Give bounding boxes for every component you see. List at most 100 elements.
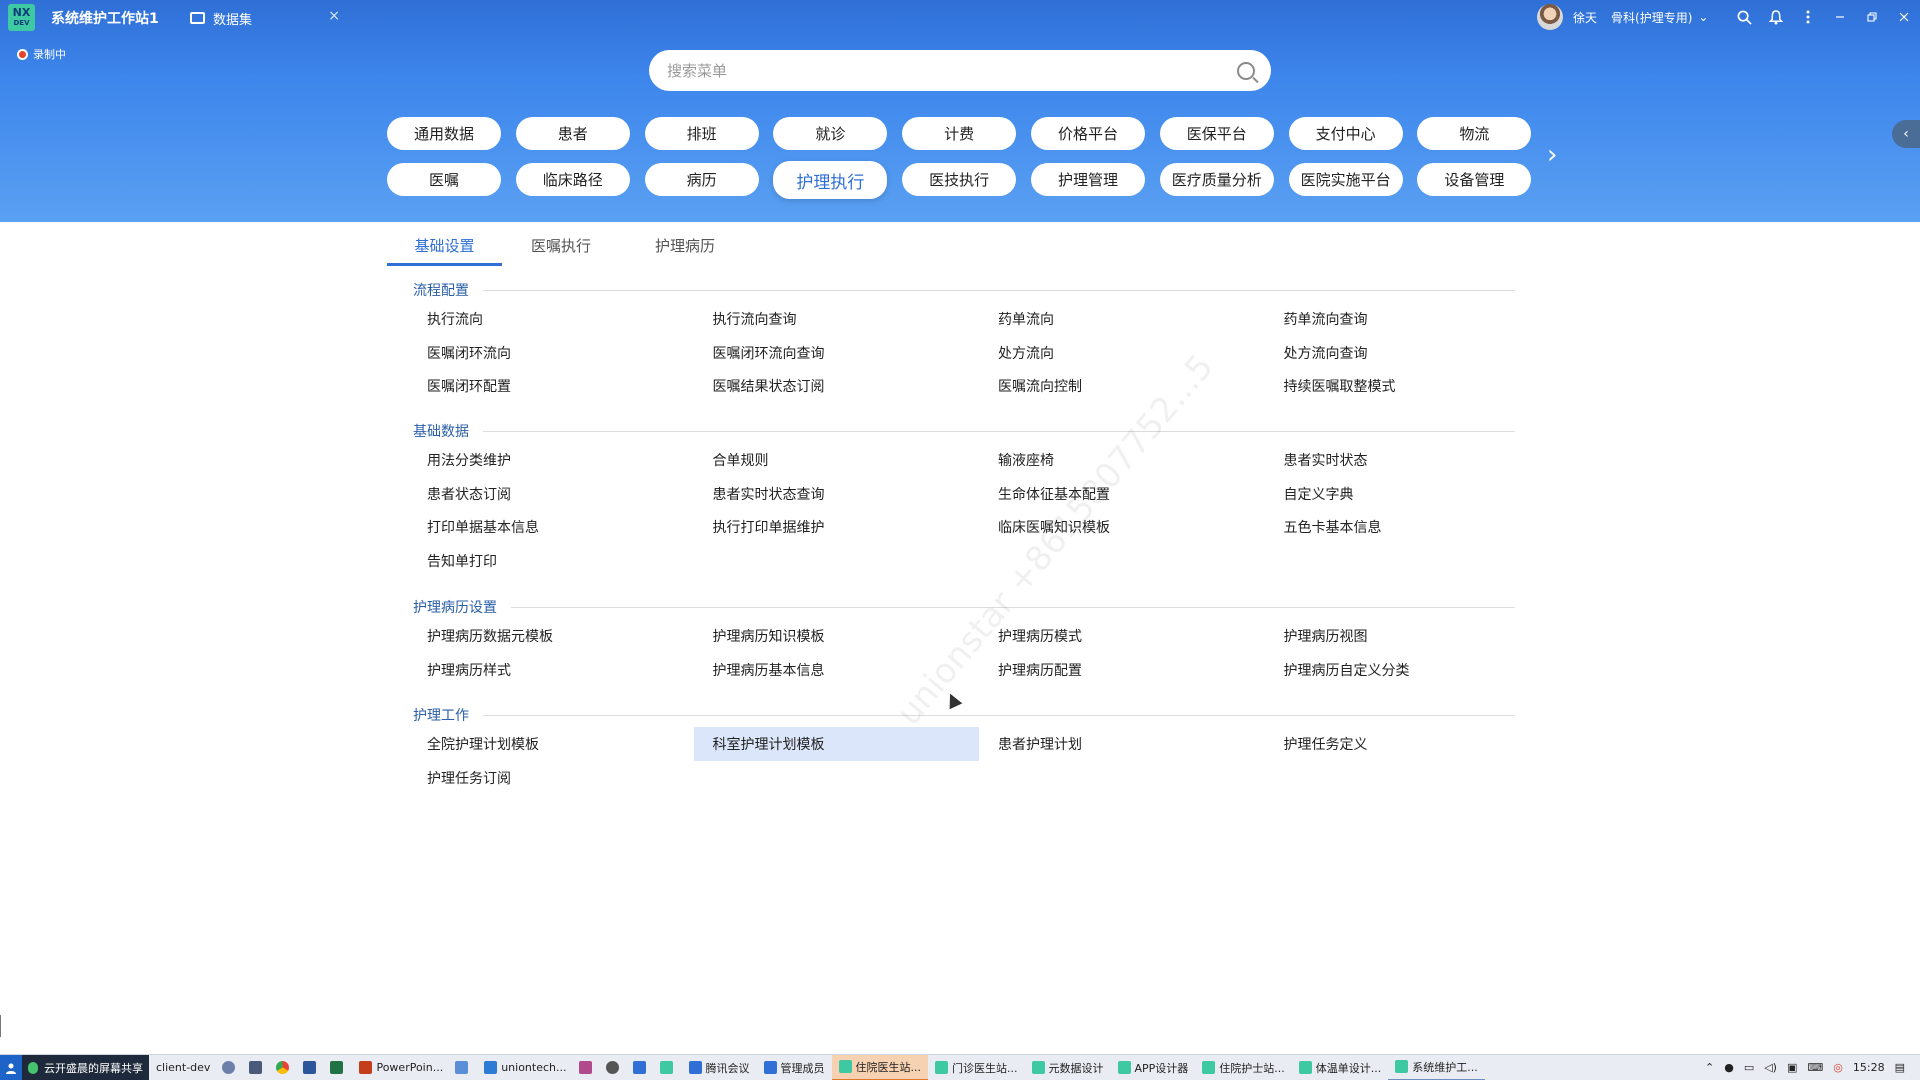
- module-schedule[interactable]: 排班: [644, 117, 759, 150]
- menu-item[interactable]: 告知单打印: [408, 544, 694, 578]
- menu-item[interactable]: 合单规则: [694, 443, 980, 477]
- menu-item[interactable]: 执行流向查询: [694, 302, 980, 336]
- menu-item[interactable]: 临床医嘱知识模板: [979, 510, 1265, 544]
- taskbar-app[interactable]: [574, 1055, 601, 1080]
- menu-item[interactable]: 医嘱结果状态订阅: [694, 369, 980, 403]
- module-implementation-platform[interactable]: 医院实施平台: [1288, 163, 1403, 196]
- menu-item[interactable]: 护理病历视图: [1265, 619, 1551, 653]
- taskbar-app[interactable]: [298, 1055, 325, 1080]
- menu-item[interactable]: 输液座椅: [979, 443, 1265, 477]
- module-tech-execution[interactable]: 医技执行: [902, 163, 1017, 196]
- menu-item[interactable]: 医嘱闭环配置: [408, 369, 694, 403]
- module-logistics[interactable]: 物流: [1417, 117, 1532, 150]
- search-input[interactable]: [667, 61, 1237, 80]
- restore-icon[interactable]: [1856, 6, 1888, 28]
- chevron-down-icon[interactable]: ⌄: [1698, 10, 1708, 24]
- menu-item[interactable]: 护理病历配置: [979, 653, 1265, 687]
- menu-item-hovered[interactable]: 科室护理计划模板: [693, 727, 979, 761]
- taskbar-app[interactable]: uniontech...: [477, 1055, 573, 1080]
- module-payment-center[interactable]: 支付中心: [1288, 117, 1403, 150]
- menu-item[interactable]: 全院护理计划模板: [408, 727, 694, 761]
- module-tongyong[interactable]: 通用数据: [387, 117, 501, 150]
- close-icon[interactable]: [1888, 6, 1920, 28]
- menu-item[interactable]: 医嘱闭环流向查询: [694, 336, 980, 370]
- taskbar-app[interactable]: [271, 1055, 298, 1080]
- menu-item[interactable]: 打印单据基本信息: [408, 510, 694, 544]
- sidebar-toggle-icon[interactable]: ‹: [1892, 120, 1920, 148]
- module-visit[interactable]: 就诊: [773, 117, 888, 150]
- module-clinical-path[interactable]: 临床路径: [515, 163, 630, 196]
- tab-close-icon[interactable]: ×: [328, 8, 340, 24]
- menu-item[interactable]: 生命体征基本配置: [979, 477, 1265, 511]
- menu-item[interactable]: 护理病历知识模板: [694, 619, 980, 653]
- taskbar-app[interactable]: 腾讯会议: [682, 1055, 757, 1080]
- module-device-management[interactable]: 设备管理: [1417, 163, 1532, 196]
- module-patient[interactable]: 患者: [515, 117, 630, 150]
- menu-item[interactable]: 护理任务定义: [1265, 727, 1551, 761]
- microphone-icon[interactable]: ●: [1724, 1061, 1734, 1074]
- taskbar-app[interactable]: [325, 1055, 352, 1080]
- menu-search[interactable]: [649, 50, 1271, 91]
- menu-item[interactable]: 患者实时状态: [1265, 443, 1551, 477]
- taskbar-app[interactable]: 体温单设计...: [1292, 1055, 1389, 1080]
- menu-item[interactable]: 护理病历样式: [408, 653, 694, 687]
- taskbar-app[interactable]: [217, 1055, 244, 1080]
- taskbar-app[interactable]: 管理成员: [757, 1055, 832, 1080]
- notification-icon[interactable]: ▤: [1895, 1061, 1905, 1074]
- search-icon[interactable]: [1728, 6, 1760, 28]
- menu-item[interactable]: 护理病历模式: [979, 619, 1265, 653]
- taskbar-app[interactable]: 门诊医生站...: [928, 1055, 1025, 1080]
- more-icon[interactable]: [1792, 6, 1824, 28]
- module-orders[interactable]: 医嘱: [387, 163, 501, 196]
- menu-item[interactable]: 处方流向查询: [1265, 336, 1551, 370]
- menu-item[interactable]: 自定义字典: [1265, 477, 1551, 511]
- menu-item[interactable]: 护理病历数据元模板: [408, 619, 694, 653]
- user-menu[interactable]: 徐天 骨科(护理专用) ⌄: [1537, 4, 1708, 30]
- tab-dataset[interactable]: 数据集 ×: [187, 7, 340, 29]
- avatar[interactable]: [1537, 4, 1563, 30]
- tab-basic-settings[interactable]: 基础设置: [387, 232, 502, 266]
- search-icon[interactable]: [1237, 61, 1255, 80]
- menu-item[interactable]: 执行流向: [408, 302, 694, 336]
- taskbar-app[interactable]: [655, 1055, 682, 1080]
- menu-item[interactable]: 持续医嘱取整模式: [1265, 369, 1551, 403]
- menu-item[interactable]: 五色卡基本信息: [1265, 510, 1551, 544]
- chevron-right-icon[interactable]: ›: [1547, 142, 1557, 168]
- taskbar-app[interactable]: PowerPoin...: [352, 1055, 450, 1080]
- module-price-platform[interactable]: 价格平台: [1030, 117, 1145, 150]
- menu-item[interactable]: 用法分类维护: [408, 443, 694, 477]
- taskbar-app[interactable]: [628, 1055, 655, 1080]
- module-billing[interactable]: 计费: [902, 117, 1017, 150]
- volume-icon[interactable]: ◁): [1764, 1061, 1777, 1074]
- antivirus-icon[interactable]: ◎: [1833, 1061, 1843, 1074]
- taskbar-app[interactable]: client-dev: [149, 1055, 217, 1080]
- module-nursing-execution[interactable]: 护理执行: [773, 161, 888, 199]
- menu-item[interactable]: 医嘱流向控制: [979, 369, 1265, 403]
- menu-item[interactable]: 护理任务订阅: [408, 761, 694, 795]
- battery-icon[interactable]: ▭: [1744, 1061, 1754, 1074]
- screen-share-badge[interactable]: 云开盛晨的屏幕共享: [22, 1054, 149, 1080]
- taskbar-app[interactable]: 系统维护工...: [1388, 1055, 1485, 1080]
- menu-item[interactable]: 药单流向查询: [1265, 302, 1551, 336]
- menu-item[interactable]: 护理病历自定义分类: [1265, 653, 1551, 687]
- bell-icon[interactable]: [1760, 6, 1792, 28]
- keyboard-icon[interactable]: ⌨: [1807, 1061, 1823, 1074]
- module-medical-record[interactable]: 病历: [644, 163, 759, 196]
- chevron-up-icon[interactable]: ⌃: [1705, 1061, 1714, 1074]
- taskbar-app[interactable]: 住院护士站...: [1195, 1055, 1292, 1080]
- taskbar-app[interactable]: 元数据设计: [1025, 1055, 1111, 1080]
- clock[interactable]: 15:28: [1853, 1061, 1885, 1074]
- minimize-icon[interactable]: [1824, 6, 1856, 28]
- start-icon[interactable]: [0, 1054, 22, 1080]
- taskbar-app[interactable]: [601, 1055, 628, 1080]
- network-icon[interactable]: ▣: [1787, 1061, 1797, 1074]
- menu-item[interactable]: 药单流向: [979, 302, 1265, 336]
- module-nursing-management[interactable]: 护理管理: [1030, 163, 1145, 196]
- taskbar-app[interactable]: [450, 1055, 477, 1080]
- taskbar-app[interactable]: APP设计器: [1111, 1055, 1196, 1080]
- module-insurance-platform[interactable]: 医保平台: [1159, 117, 1274, 150]
- menu-item[interactable]: 处方流向: [979, 336, 1265, 370]
- menu-item[interactable]: 患者实时状态查询: [694, 477, 980, 511]
- menu-item[interactable]: 执行打印单据维护: [694, 510, 980, 544]
- module-quality-analysis[interactable]: 医疗质量分析: [1159, 163, 1274, 196]
